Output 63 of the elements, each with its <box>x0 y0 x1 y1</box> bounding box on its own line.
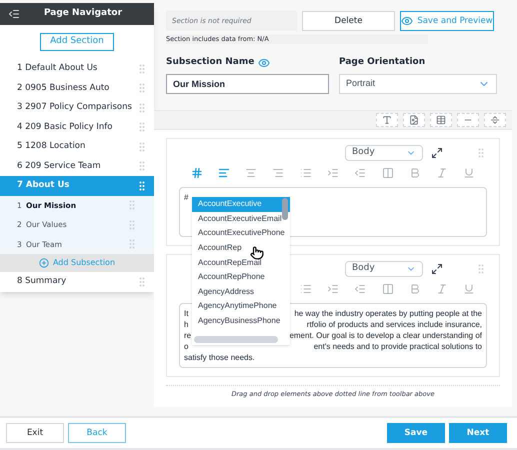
bold-icon[interactable] <box>408 282 421 294</box>
navigator-title: Page Navigator <box>42 7 124 20</box>
exit-button[interactable]: Exit <box>6 423 64 443</box>
autocomplete-option[interactable]: AccountRep <box>192 240 290 256</box>
eye-icon <box>401 15 414 27</box>
align-left-icon[interactable] <box>218 166 230 178</box>
columns-icon[interactable] <box>382 282 394 294</box>
hash-icon[interactable] <box>190 166 203 178</box>
indent-icon[interactable] <box>326 282 339 294</box>
columns-icon[interactable] <box>382 166 394 178</box>
style-select[interactable]: Body <box>345 144 423 160</box>
body-text: rtfolio of products and services include insurance, <box>306 318 482 330</box>
section-item[interactable]: 6 209 Service Team <box>0 156 154 176</box>
align-right-icon[interactable] <box>272 166 284 178</box>
body-text: ent's needs and to provide practical solutions to <box>314 340 482 352</box>
section-item[interactable]: 8 Summary <box>0 272 154 292</box>
expand-icon[interactable] <box>431 146 443 158</box>
divider-element-icon[interactable] <box>457 112 479 126</box>
autocomplete-option[interactable]: AccountExecutiveEmail <box>192 212 290 226</box>
body-text: re <box>184 330 192 340</box>
scrollbar[interactable] <box>194 336 278 343</box>
page-break-icon[interactable] <box>484 112 506 126</box>
body-text: h <box>184 318 188 330</box>
body-text: satisfy those needs. <box>184 352 255 362</box>
section-item[interactable]: 4 209 Basic Policy Info <box>0 118 154 137</box>
bold-icon[interactable] <box>408 166 421 178</box>
italic-icon[interactable] <box>436 166 448 178</box>
section-item[interactable]: 5 1208 Location <box>0 137 154 156</box>
underline-icon[interactable] <box>463 166 476 178</box>
page-orientation-select[interactable]: Portrait <box>339 74 497 94</box>
plus-circle-icon <box>38 258 49 268</box>
style-select[interactable]: Body <box>345 260 423 276</box>
image-element-icon[interactable] <box>403 112 425 126</box>
table-element-icon[interactable] <box>430 112 452 126</box>
eye-icon[interactable] <box>258 56 270 69</box>
field-label: Page Orientation <box>339 56 426 69</box>
body-text: o <box>184 340 188 352</box>
section-item[interactable]: 2 0905 Business Auto <box>0 78 154 98</box>
hand-cursor-icon <box>250 246 264 260</box>
autocomplete-option[interactable]: AgencyAddress <box>192 284 290 300</box>
autocomplete-option[interactable]: AccountRepPhone <box>192 270 290 285</box>
field-label: Subsection Name <box>166 56 254 69</box>
section-item[interactable]: 3 2907 Policy Comparisons <box>0 98 154 118</box>
align-center-icon[interactable] <box>245 166 258 178</box>
autocomplete-option[interactable]: AccountRepEmail <box>192 255 290 270</box>
text-element-icon[interactable] <box>376 112 398 126</box>
autocomplete-option[interactable]: AgencyBusinessPhone <box>192 314 290 328</box>
outdent-icon[interactable] <box>354 282 366 294</box>
subsection-name-field[interactable]: Our Mission <box>166 74 329 94</box>
scrollbar[interactable] <box>282 198 288 220</box>
italic-icon[interactable] <box>436 282 448 294</box>
expand-icon[interactable] <box>431 262 443 274</box>
collapse-icon[interactable] <box>8 8 20 20</box>
body-text: ement. Our goal is to develop a clear understanding of <box>289 330 482 340</box>
indent-icon[interactable] <box>326 166 339 178</box>
body-text: It <box>184 308 188 318</box>
underline-icon[interactable] <box>463 282 476 294</box>
delete-button[interactable]: Delete <box>302 11 395 31</box>
body-text: # <box>184 192 188 202</box>
section-item[interactable]: 1 Default About Us <box>0 59 154 78</box>
body-text: he way the industry operates by putting people at the <box>294 308 482 318</box>
outdent-icon[interactable] <box>354 166 366 178</box>
autocomplete-option[interactable]: AgencyAnytimePhone <box>192 299 290 314</box>
